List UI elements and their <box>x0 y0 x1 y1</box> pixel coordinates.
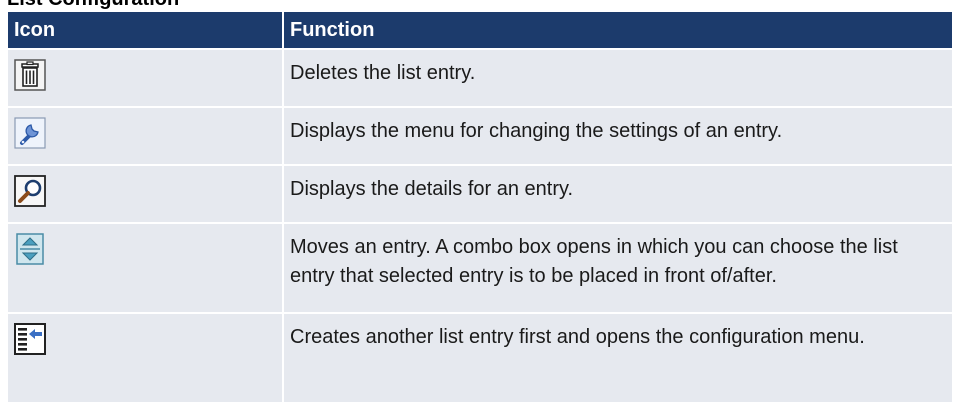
function-cell: Displays the menu for changing the setti… <box>284 108 952 164</box>
icon-cell <box>8 108 282 164</box>
section-caption: List Configuration <box>0 0 972 11</box>
trash-icon <box>14 59 46 91</box>
table-row: Moves an entry. A combo box opens in whi… <box>8 224 952 312</box>
header-icon: Icon <box>8 12 282 48</box>
wrench-icon <box>14 117 46 149</box>
table-row: Creates another list entry first and ope… <box>8 314 952 402</box>
function-cell: Moves an entry. A combo box opens in whi… <box>284 224 952 312</box>
function-cell: Creates another list entry first and ope… <box>284 314 952 402</box>
magnifier-icon <box>14 175 46 207</box>
table-row: Displays the menu for changing the setti… <box>8 108 952 164</box>
icon-cell <box>8 50 282 106</box>
move-up-down-icon <box>14 233 46 265</box>
insert-entry-icon <box>14 323 46 355</box>
header-function: Function <box>284 12 952 48</box>
icon-function-table: Icon Function Deletes the list entry. Di… <box>6 10 954 404</box>
section-caption-text: List Configuration <box>7 0 179 11</box>
function-cell: Displays the details for an entry. <box>284 166 952 222</box>
icon-cell <box>8 224 282 312</box>
table-row: Displays the details for an entry. <box>8 166 952 222</box>
table-header-row: Icon Function <box>8 12 952 48</box>
table-row: Deletes the list entry. <box>8 50 952 106</box>
icon-cell <box>8 166 282 222</box>
icon-cell <box>8 314 282 402</box>
function-cell: Deletes the list entry. <box>284 50 952 106</box>
